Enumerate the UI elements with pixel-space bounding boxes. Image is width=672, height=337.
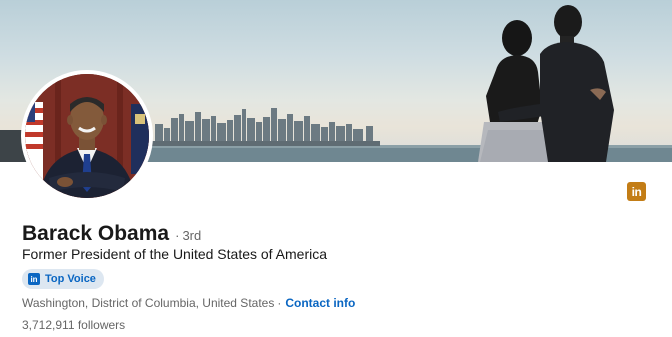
profile-avatar[interactable]: [21, 70, 153, 202]
linkedin-icon[interactable]: in: [627, 182, 646, 201]
profile-location: Washington, District of Columbia, United…: [22, 296, 275, 310]
followers-count: 3,712,911 followers: [22, 318, 126, 332]
profile-card: in Barack Obama · 3rd Former President of…: [0, 0, 672, 337]
avatar-photo: [25, 74, 149, 198]
location-separator: ·: [277, 296, 282, 310]
profile-headline: Former President of the United States of…: [22, 246, 328, 262]
profile-name: Barack Obama: [22, 222, 170, 245]
top-voice-icon: in: [28, 273, 40, 285]
connection-degree: · 3rd: [175, 228, 201, 243]
name-row: Barack Obama · 3rd: [22, 222, 201, 246]
degree-separator: ·: [175, 228, 180, 243]
degree-label: 3rd: [182, 228, 202, 243]
top-voice-badge[interactable]: in Top Voice: [22, 269, 104, 289]
contact-info-link[interactable]: Contact info: [285, 296, 355, 310]
top-voice-label: Top Voice: [45, 273, 96, 285]
location-row: Washington, District of Columbia, United…: [22, 296, 355, 310]
